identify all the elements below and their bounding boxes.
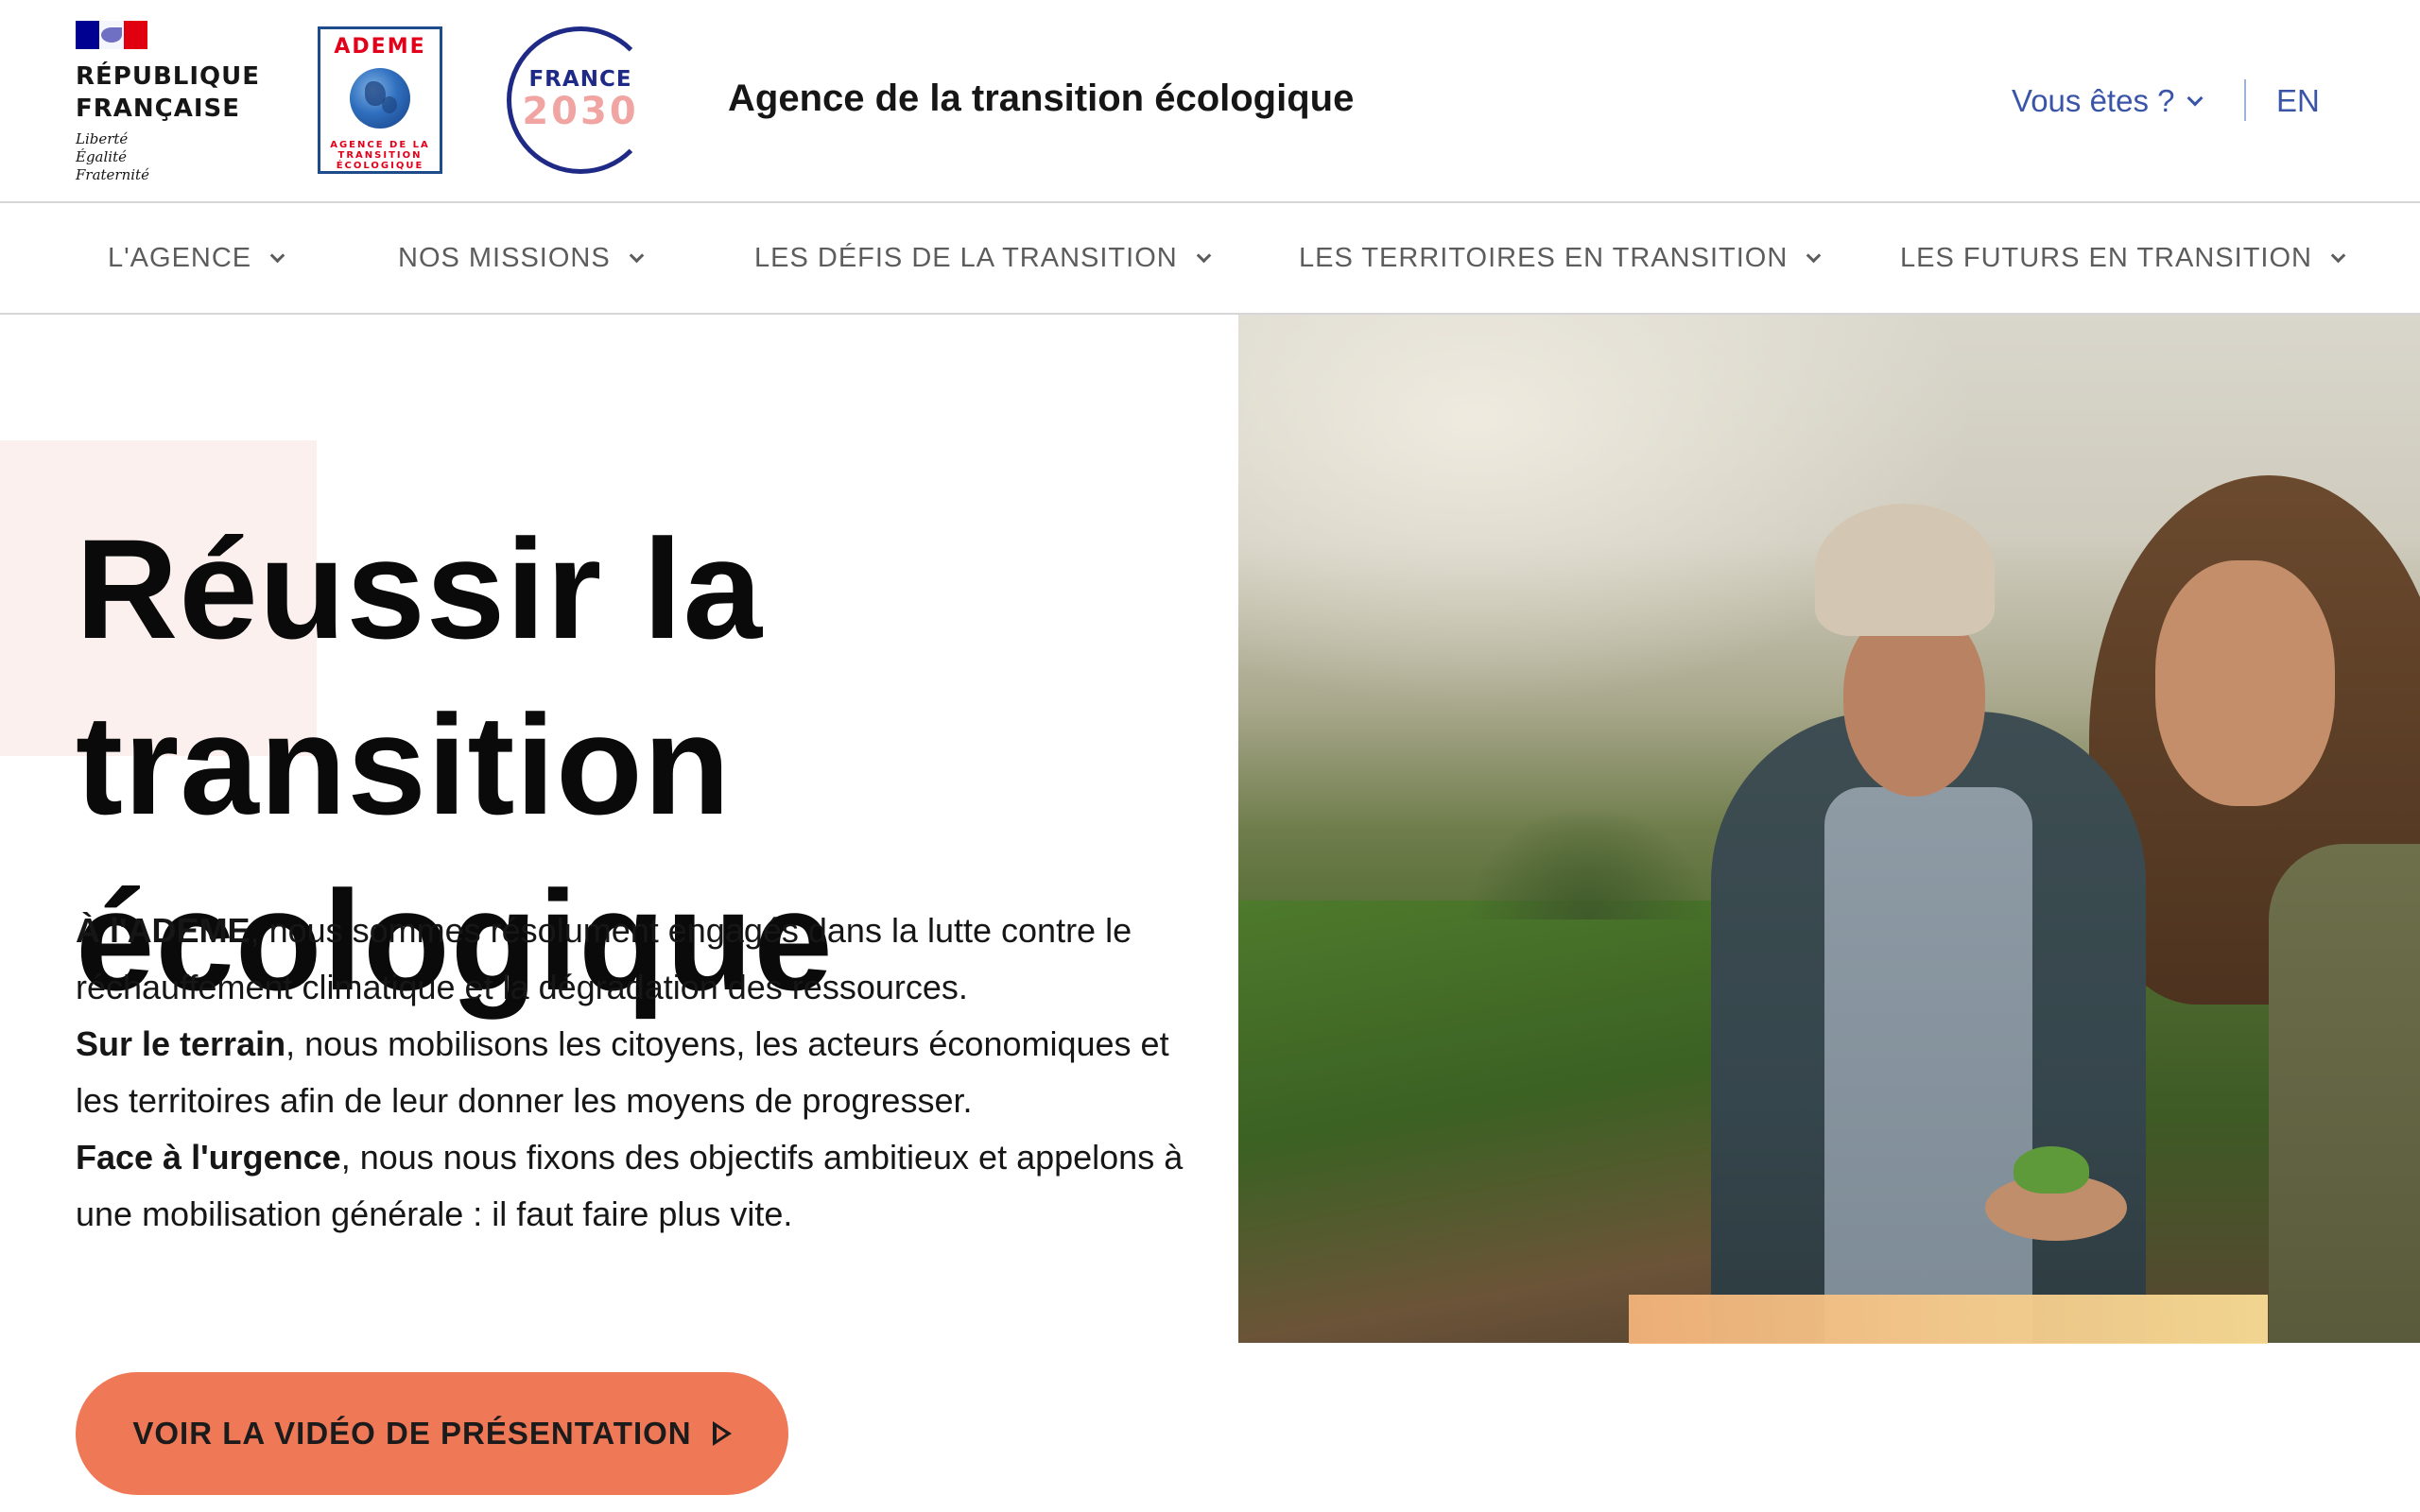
republique-motto: Liberté Égalité Fraternité	[76, 130, 149, 183]
nav-item-defis[interactable]: LES DÉFIS DE LA TRANSITION	[754, 243, 1211, 274]
language-switch-en[interactable]: EN	[2276, 83, 2320, 119]
vous-etes-label: Vous êtes ?	[2012, 83, 2175, 118]
ademe-logo-word: ADEME	[334, 35, 426, 59]
play-icon	[712, 1421, 732, 1446]
cta-label: VOIR LA VIDÉO DE PRÉSENTATION	[132, 1416, 692, 1451]
header-divider	[2244, 79, 2246, 121]
photo-man-head	[1843, 608, 1985, 797]
hero-paragraph: Face à l'urgence, nous nous fixons des o…	[76, 1129, 1191, 1243]
vous-etes-menu-button[interactable]: Vous êtes ?	[2012, 83, 2204, 119]
photo-woman-body	[2269, 844, 2420, 1343]
chevron-down-icon	[2330, 248, 2346, 264]
photo-man-shirt	[1824, 787, 2032, 1343]
chevron-down-icon	[269, 248, 285, 264]
watch-presentation-video-button[interactable]: VOIR LA VIDÉO DE PRÉSENTATION	[76, 1372, 788, 1495]
nav-item-label: LES FUTURS EN TRANSITION	[1900, 243, 2312, 273]
nav-item-label: LES TERRITOIRES EN TRANSITION	[1299, 243, 1789, 273]
hero-paragraph-lead: À l'ADEME	[76, 911, 251, 950]
chevron-down-icon	[1196, 248, 1211, 264]
site-header: RÉPUBLIQUE FRANÇAISE Liberté Égalité Fra…	[0, 0, 2420, 203]
hero-paragraph-lead: Face à l'urgence	[76, 1138, 341, 1177]
nav-item-territoires[interactable]: LES TERRITOIRES EN TRANSITION	[1299, 243, 1822, 274]
republique-name: RÉPUBLIQUE FRANÇAISE	[76, 62, 260, 123]
france-2030-year: 2030	[522, 90, 639, 133]
nav-item-missions[interactable]: NOS MISSIONS	[398, 243, 644, 274]
main-navigation: L'AGENCE NOS MISSIONS LES DÉFIS DE LA TR…	[0, 203, 2420, 315]
chevron-down-icon	[629, 248, 644, 264]
globe-icon	[350, 68, 410, 129]
republique-francaise-logo[interactable]: RÉPUBLIQUE FRANÇAISE Liberté Égalité Fra…	[76, 21, 260, 184]
hero-paragraph: À l'ADEME, nous sommes résolument engagé…	[76, 902, 1191, 1016]
photo-trees	[1465, 806, 1711, 919]
photo-woman-face	[2155, 560, 2335, 806]
chevron-down-icon	[2187, 90, 2204, 107]
france-2030-word: FRANCE	[528, 67, 632, 92]
decorative-photo-band	[1629, 1295, 2268, 1344]
chevron-down-icon	[1806, 248, 1822, 264]
hero-paragraph: Sur le terrain, nous mobilisons les cito…	[76, 1016, 1191, 1129]
france-2030-logo[interactable]: FRANCE 2030	[507, 26, 654, 174]
ademe-logo-subtitle: AGENCE DE LA TRANSITION ÉCOLOGIQUE	[330, 140, 430, 171]
ademe-logo[interactable]: ADEME AGENCE DE LA TRANSITION ÉCOLOGIQUE	[318, 26, 442, 174]
nav-item-label: NOS MISSIONS	[398, 243, 611, 273]
marianne-flag-icon	[76, 21, 147, 49]
hero-paragraph-lead: Sur le terrain	[76, 1024, 286, 1063]
nav-item-agence[interactable]: L'AGENCE	[108, 243, 285, 274]
nav-item-futurs[interactable]: LES FUTURS EN TRANSITION	[1900, 243, 2346, 274]
nav-item-label: L'AGENCE	[108, 243, 252, 273]
agency-title[interactable]: Agence de la transition écologique	[728, 77, 1354, 120]
nav-item-label: LES DÉFIS DE LA TRANSITION	[754, 243, 1178, 273]
hero-title-line-1: Réussir la transition	[76, 509, 764, 844]
hero-description: À l'ADEME, nous sommes résolument engagé…	[76, 902, 1191, 1243]
photo-man-cap	[1815, 504, 1995, 636]
photo-sprout	[2014, 1146, 2089, 1194]
